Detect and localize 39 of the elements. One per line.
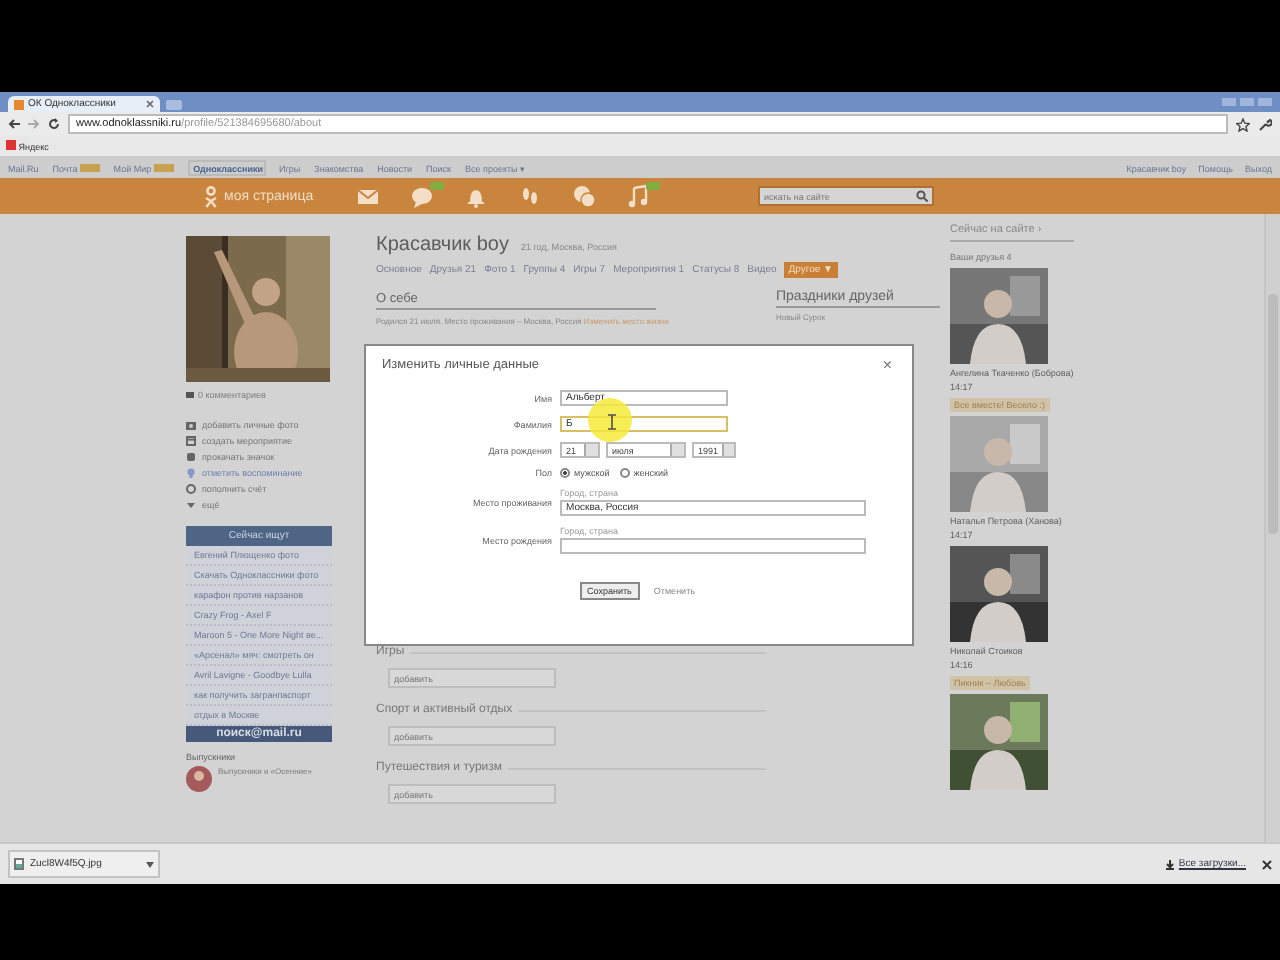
close-icon[interactable] [146, 100, 154, 108]
profile-name: Красавчик boy [376, 234, 509, 256]
mail-icon[interactable] [356, 184, 380, 208]
new-tab-button[interactable] [166, 100, 182, 110]
scrollbar[interactable] [1264, 214, 1280, 842]
avatar-icon [186, 766, 212, 792]
radio-button[interactable] [560, 468, 570, 478]
close-icon[interactable] [1262, 859, 1272, 869]
caret-icon [186, 500, 196, 510]
count-badge [430, 182, 444, 190]
count-badge [79, 164, 100, 172]
logo-icon[interactable] [204, 185, 218, 207]
coin-icon [186, 484, 196, 494]
forward-icon[interactable] [28, 118, 40, 130]
file-icon [14, 858, 24, 870]
caret-icon[interactable] [146, 861, 154, 867]
star-icon[interactable] [1236, 117, 1250, 131]
yandex-icon [6, 140, 16, 150]
comment-icon [186, 391, 194, 399]
search-icon[interactable] [916, 190, 928, 202]
bell-icon[interactable] [464, 184, 488, 208]
count-badge [153, 164, 174, 172]
radio-button[interactable] [619, 468, 630, 478]
footprints-icon[interactable] [518, 184, 542, 208]
download-icon [1166, 859, 1175, 869]
music-icon[interactable] [626, 184, 650, 208]
count-badge [646, 182, 660, 190]
text-cursor-icon [608, 414, 616, 430]
wrench-icon[interactable] [1258, 117, 1272, 131]
calendar-icon [186, 436, 196, 446]
back-icon[interactable] [8, 118, 20, 130]
bulb-icon [186, 468, 196, 478]
close-button[interactable]: × [882, 358, 892, 372]
chat-icon[interactable] [410, 184, 434, 208]
favicon-icon [14, 99, 24, 109]
camera-icon [186, 420, 196, 430]
input-field[interactable] [560, 538, 866, 554]
discussions-icon[interactable] [572, 184, 596, 208]
reload-icon[interactable] [48, 118, 60, 130]
